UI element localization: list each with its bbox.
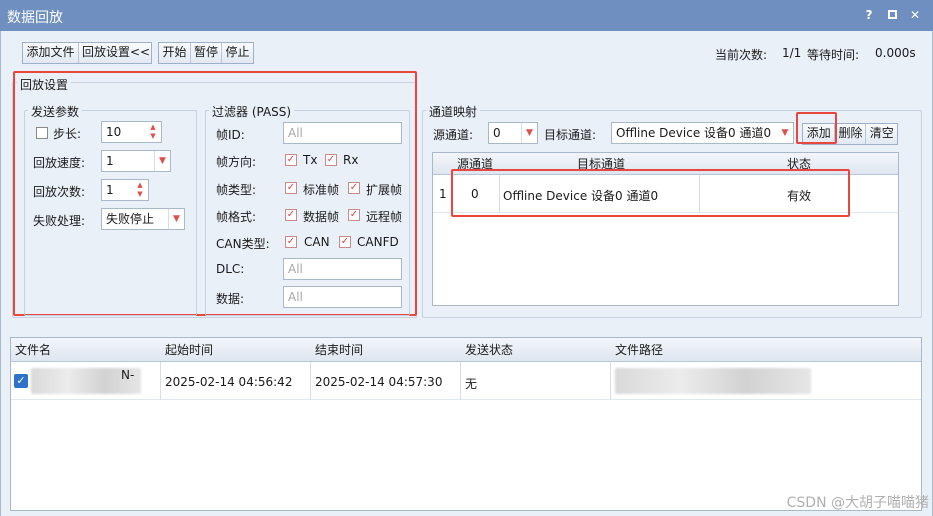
channel-map-title: 通道映射 (426, 103, 481, 120)
annotation-highlight-row (451, 169, 850, 217)
count-input[interactable]: 1 ▲ ▼ (101, 179, 149, 201)
fail-combo[interactable]: 失败停止 ▼ (101, 208, 185, 230)
canfd-label: CANFD (357, 235, 399, 249)
data-input[interactable]: All (283, 286, 402, 308)
divider (460, 362, 461, 400)
frame-type-label: 帧类型: (216, 183, 257, 197)
pause-button[interactable]: 暂停 (191, 43, 222, 63)
filter-title: 过滤器 (PASS) (209, 103, 295, 120)
watermark: CSDN @大胡子喵喵猪 (786, 495, 929, 511)
step-spinner-icon[interactable]: ▲ ▼ (147, 123, 159, 141)
replay-settings-toggle-button[interactable]: 回放设置<< (79, 43, 151, 63)
file-table: 文件名 起始时间 结束时间 发送状态 文件路径 ✓ N- 2025-02-14 … (10, 337, 922, 511)
playback-button-group: 开始 暂停 停止 (158, 42, 254, 64)
channel-row-index: 1 (439, 187, 447, 201)
send-params-title: 发送参数 (28, 103, 83, 120)
data-frame-label: 数据帧 (303, 210, 340, 224)
current-count-label: 当前次数: (715, 48, 768, 62)
step-input[interactable]: 10 ▲ ▼ (101, 121, 162, 143)
fail-value: 失败停止 (106, 212, 155, 226)
file-col-path[interactable]: 文件路径 (611, 339, 663, 361)
frame-id-input[interactable]: All (283, 122, 402, 144)
file-col-name[interactable]: 文件名 (11, 339, 51, 361)
divider (310, 362, 311, 400)
tx-label: Tx (303, 153, 318, 167)
std-frame-label: 标准帧 (303, 183, 340, 197)
data-frame-checkbox[interactable]: ✓ (285, 209, 297, 221)
row-checkbox-checked-icon[interactable]: ✓ (14, 374, 28, 388)
dlc-label: DLC: (216, 262, 245, 276)
canfd-checkbox[interactable]: ✓ (339, 236, 351, 248)
speed-label: 回放速度: (33, 156, 86, 170)
file-row-name: N- (121, 368, 135, 382)
speed-value: 1 (106, 154, 114, 168)
can-label: CAN (304, 235, 330, 249)
wait-time-label: 等待时间: (807, 48, 860, 62)
dlc-input[interactable]: All (283, 258, 402, 280)
maximize-button[interactable] (884, 7, 900, 23)
count-spinner-icon[interactable]: ▲ ▼ (134, 181, 146, 199)
clear-channel-button[interactable]: 清空 (866, 124, 897, 144)
close-icon: ✕ (909, 8, 921, 22)
src-channel-combo[interactable]: 0 ▼ (488, 122, 538, 144)
file-row-end: 2025-02-14 04:57:30 (315, 375, 443, 389)
divider (160, 362, 161, 400)
close-button[interactable]: ✕ (907, 7, 923, 23)
step-value: 10 (106, 125, 122, 139)
remote-frame-checkbox[interactable]: ✓ (348, 209, 360, 221)
count-label: 回放次数: (33, 185, 86, 199)
replay-settings-title: 回放设置 (17, 76, 72, 93)
speed-combo[interactable]: 1 ▼ (101, 150, 171, 172)
step-label: 步长: (53, 127, 82, 141)
src-channel-label: 源通道: (433, 128, 474, 142)
table-row[interactable]: ✓ N- 2025-02-14 04:56:42 2025-02-14 04:5… (11, 362, 921, 400)
window-title: 数据回放 (7, 10, 63, 26)
file-col-status[interactable]: 发送状态 (461, 339, 513, 361)
file-row-status: 无 (465, 377, 478, 391)
divider (610, 362, 611, 400)
current-count-value: 1/1 (782, 46, 802, 60)
ext-frame-checkbox[interactable]: ✓ (348, 182, 360, 194)
file-row-start: 2025-02-14 04:56:42 (165, 375, 293, 389)
dst-channel-combo[interactable]: Offline Device 设备0 通道0 ▼ (611, 122, 794, 144)
start-button[interactable]: 开始 (159, 43, 191, 63)
src-channel-value: 0 (493, 126, 501, 140)
fail-label: 失败处理: (33, 214, 86, 228)
file-path-redacted (615, 368, 811, 394)
dst-channel-label: 目标通道: (544, 128, 597, 142)
file-col-start[interactable]: 起始时间 (161, 339, 213, 361)
remote-frame-label: 远程帧 (366, 210, 403, 224)
chevron-down-icon[interactable]: ▼ (154, 151, 170, 171)
direction-label: 帧方向: (216, 155, 257, 169)
help-button[interactable]: ? (861, 7, 877, 23)
wait-time-value: 0.000s (875, 46, 916, 60)
title-bar (0, 0, 933, 31)
dst-channel-value: Offline Device 设备0 通道0 (616, 126, 772, 140)
can-type-label: CAN类型: (216, 237, 270, 251)
std-frame-checkbox[interactable]: ✓ (285, 182, 297, 194)
can-checkbox[interactable]: ✓ (285, 236, 297, 248)
maximize-icon (887, 10, 897, 19)
rx-checkbox[interactable]: ✓ (325, 154, 337, 166)
rx-label: Rx (343, 153, 359, 167)
file-col-end[interactable]: 结束时间 (311, 339, 363, 361)
ext-frame-label: 扩展帧 (366, 183, 403, 197)
chevron-down-icon[interactable]: ▼ (777, 123, 793, 143)
frame-format-label: 帧格式: (216, 210, 257, 224)
file-button-group: 添加文件 回放设置<< (22, 42, 152, 64)
chevron-down-icon[interactable]: ▼ (168, 209, 184, 229)
tx-checkbox[interactable]: ✓ (285, 154, 297, 166)
delete-channel-button[interactable]: 删除 (835, 124, 867, 144)
data-label: 数据: (216, 292, 245, 306)
step-checkbox[interactable] (36, 127, 48, 139)
stop-button[interactable]: 停止 (222, 43, 253, 63)
add-file-button[interactable]: 添加文件 (23, 43, 79, 63)
count-value: 1 (106, 183, 114, 197)
chevron-down-icon[interactable]: ▼ (521, 123, 537, 143)
frame-id-label: 帧ID: (216, 128, 245, 142)
annotation-highlight-add (796, 112, 837, 144)
